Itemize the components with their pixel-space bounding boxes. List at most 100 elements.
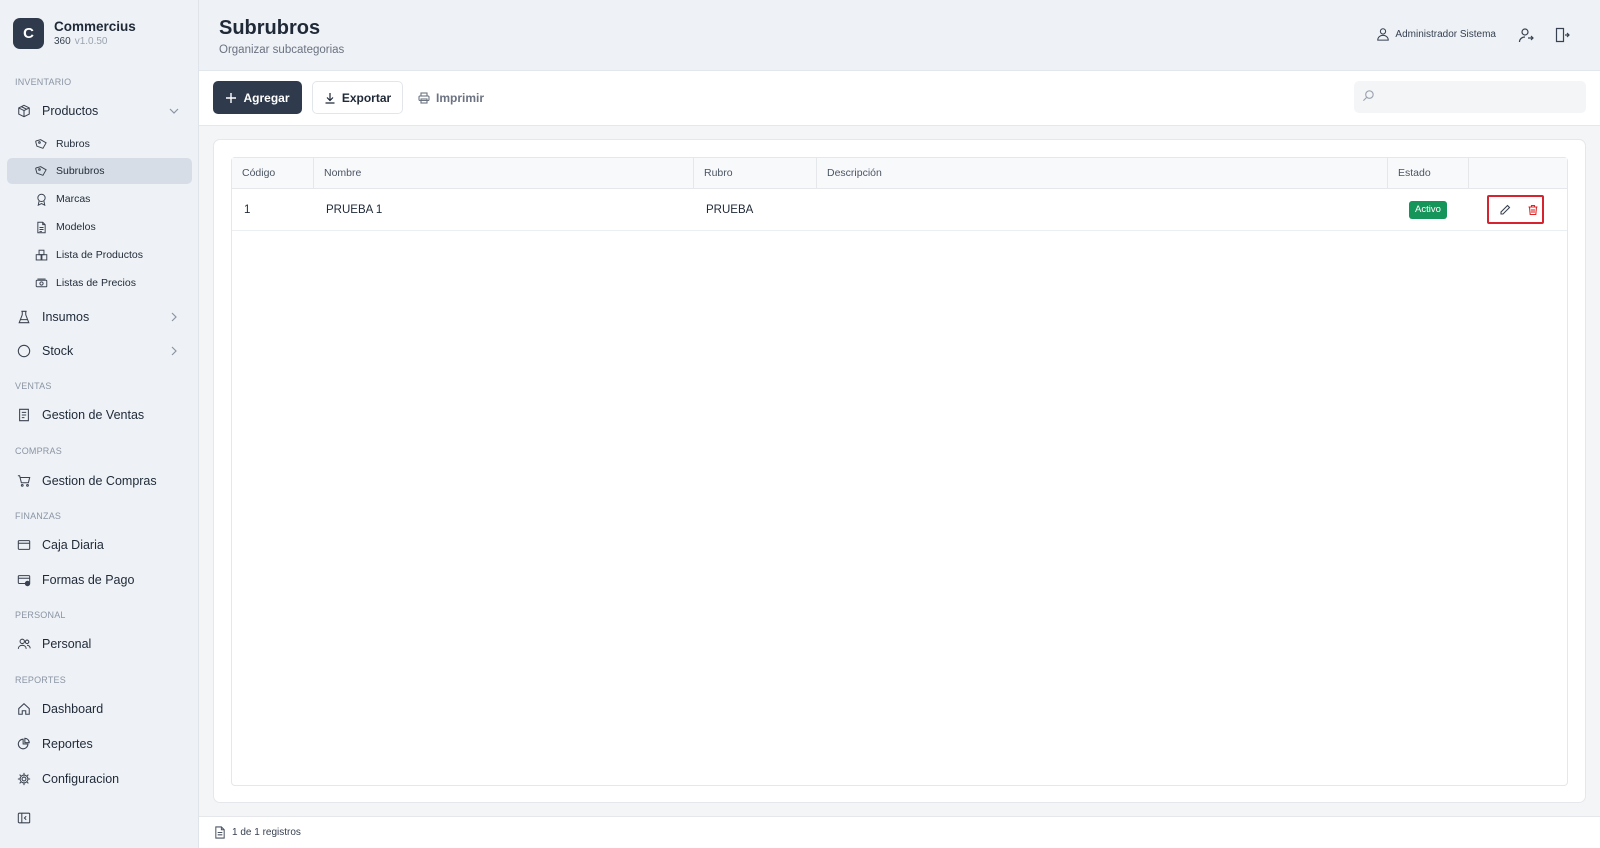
award-icon: [35, 193, 48, 206]
sidebar-item-label: Rubros: [56, 138, 90, 150]
delete-icon[interactable]: [1527, 204, 1539, 216]
sidebar-item-insumos[interactable]: Insumos: [7, 302, 192, 332]
sidebar-collapse-icon[interactable]: [17, 811, 31, 825]
circle-icon: [17, 344, 31, 358]
column-header-actions: [1469, 158, 1567, 189]
box-icon: [17, 104, 31, 118]
add-button[interactable]: Agregar: [213, 81, 302, 114]
user-name: Administrador Sistema: [1395, 28, 1496, 40]
sidebar-item-listas-precios[interactable]: Listas de Precios: [7, 270, 192, 296]
column-header-rubro[interactable]: Rubro: [694, 158, 817, 189]
receipt-icon: [17, 408, 31, 422]
sidebar-item-label: Modelos: [56, 221, 96, 233]
row-actions: [1487, 195, 1544, 224]
sidebar-item-label: Listas de Precios: [56, 277, 136, 289]
sidebar-item-label: Formas de Pago: [42, 573, 135, 587]
cell-codigo: 1: [244, 204, 251, 216]
plus-icon: [225, 92, 237, 104]
data-table: Código Nombre Rubro Descripción Estado 1…: [231, 157, 1568, 786]
table-row[interactable]: 1 PRUEBA 1 PRUEBA Activo: [232, 189, 1567, 231]
tag-icon: [35, 138, 48, 151]
sidebar-item-lista-productos[interactable]: Lista de Productos: [7, 242, 192, 268]
logout-icon[interactable]: [1554, 27, 1570, 43]
status-badge: Activo: [1409, 201, 1447, 219]
chevron-right-icon: [168, 311, 180, 323]
column-header-descripcion[interactable]: Descripción: [817, 158, 1388, 189]
sidebar-item-label: Stock: [42, 344, 74, 358]
search-icon: [1362, 89, 1375, 102]
sidebar-item-label: Gestion de Compras: [42, 474, 157, 488]
chevron-down-icon: [168, 105, 180, 117]
brand-name: Commercius: [54, 19, 136, 34]
print-button[interactable]: Imprimir: [413, 81, 489, 114]
sidebar-item-personal[interactable]: Personal: [7, 629, 192, 659]
export-button[interactable]: Exportar: [312, 81, 403, 114]
search-field[interactable]: [1354, 81, 1586, 113]
sidebar-item-rubros[interactable]: Rubros: [7, 131, 192, 157]
sidebar-item-label: Dashboard: [42, 702, 104, 716]
sidebar-item-dashboard[interactable]: Dashboard: [7, 694, 192, 724]
table-card: Código Nombre Rubro Descripción Estado 1…: [213, 139, 1586, 803]
cart-icon: [17, 474, 31, 488]
sidebar-item-formas-pago[interactable]: Formas de Pago: [7, 565, 192, 595]
cash-register-icon: [17, 538, 31, 552]
switch-user-icon[interactable]: [1518, 27, 1534, 43]
page-title: Subrubros: [219, 17, 321, 39]
user-menu[interactable]: Administrador Sistema: [1376, 27, 1496, 41]
users-icon: [17, 637, 31, 651]
sidebar-item-label: Productos: [42, 104, 99, 118]
sidebar-item-label: Caja Diaria: [42, 538, 104, 552]
table-header: Código Nombre Rubro Descripción Estado: [232, 158, 1567, 189]
brand-version: 360 v1.0.50: [54, 36, 108, 47]
sidebar-item-marcas[interactable]: Marcas: [7, 186, 192, 212]
section-label-reportes: REPORTES: [15, 675, 66, 685]
sidebar-item-gestion-ventas[interactable]: Gestion de Ventas: [7, 400, 192, 430]
sidebar-item-label: Subrubros: [56, 165, 105, 177]
sidebar-item-subrubros[interactable]: Subrubros: [7, 158, 192, 184]
main-content: Código Nombre Rubro Descripción Estado 1…: [199, 126, 1600, 816]
sidebar-item-label: Marcas: [56, 193, 91, 205]
pie-chart-icon: [17, 737, 31, 751]
sidebar-item-gestion-compras[interactable]: Gestion de Compras: [7, 466, 192, 496]
edit-icon[interactable]: [1499, 204, 1511, 216]
sidebar-item-label: Lista de Productos: [56, 249, 143, 261]
records-count: 1 de 1 registros: [232, 827, 301, 838]
sidebar-item-modelos[interactable]: Modelos: [7, 214, 192, 240]
sidebar-item-configuracion[interactable]: Configuracion: [7, 764, 192, 794]
page-header: Subrubros Organizar subcategorias Admini…: [199, 0, 1600, 71]
sidebar-item-productos[interactable]: Productos: [7, 96, 192, 126]
brand[interactable]: C Commercius 360 v1.0.50: [13, 18, 136, 49]
sidebar-item-reportes[interactable]: Reportes: [7, 729, 192, 759]
sidebar-item-stock[interactable]: Stock: [7, 336, 192, 366]
home-icon: [17, 702, 31, 716]
document-icon: [35, 221, 48, 234]
user-icon: [1376, 27, 1390, 41]
chevron-right-icon: [168, 345, 180, 357]
page-subtitle: Organizar subcategorias: [219, 44, 345, 56]
gear-icon: [17, 772, 31, 786]
download-icon: [324, 92, 336, 104]
printer-icon: [418, 91, 430, 104]
footer: 1 de 1 registros: [199, 816, 1600, 848]
section-label-ventas: VENTAS: [15, 381, 52, 391]
boxes-icon: [35, 249, 48, 262]
section-label-finanzas: FINANZAS: [15, 511, 62, 521]
column-header-nombre[interactable]: Nombre: [314, 158, 694, 189]
cell-rubro: PRUEBA: [706, 204, 754, 216]
tag-icon: [35, 165, 48, 178]
sidebar-item-label: Reportes: [42, 737, 93, 751]
brand-logo: C: [13, 18, 44, 49]
search-input[interactable]: [1380, 81, 1580, 113]
toolbar: Agregar Exportar Imprimir: [199, 71, 1600, 126]
section-label-inventario: INVENTARIO: [15, 77, 72, 87]
money-icon: [35, 277, 48, 290]
section-label-personal: PERSONAL: [15, 610, 66, 620]
sidebar-item-caja-diaria[interactable]: Caja Diaria: [7, 530, 192, 560]
sidebar-item-label: Configuracion: [42, 772, 120, 786]
flask-icon: [17, 310, 31, 324]
sidebar-item-label: Personal: [42, 637, 92, 651]
column-header-estado[interactable]: Estado: [1388, 158, 1469, 189]
sidebar-item-label: Gestion de Ventas: [42, 408, 145, 422]
column-header-codigo[interactable]: Código: [232, 158, 314, 189]
section-label-compras: COMPRAS: [15, 446, 62, 456]
